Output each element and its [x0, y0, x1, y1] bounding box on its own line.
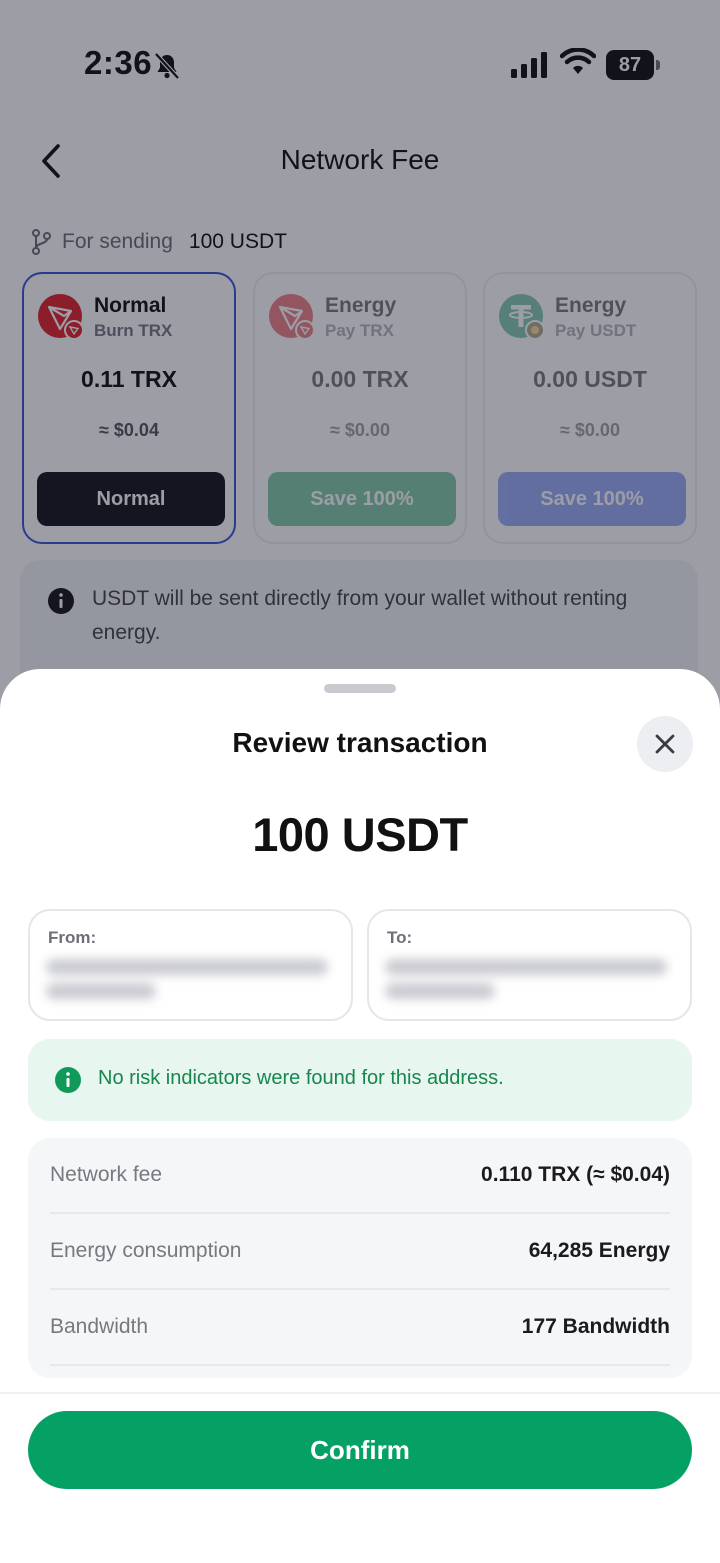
detail-row-energy: Energy consumption 64,285 Energy [50, 1214, 670, 1290]
divider [0, 1392, 720, 1394]
from-address-redacted [46, 959, 338, 1007]
detail-label: Network fee [50, 1163, 163, 1186]
to-address-redacted [385, 959, 677, 1007]
from-label: From: [48, 928, 97, 947]
sheet-title: Review transaction [232, 727, 488, 758]
detail-row-network-fee: Network fee 0.110 TRX (≈ $0.04) [50, 1138, 670, 1214]
from-address-card: From: [28, 909, 353, 1021]
confirm-button[interactable]: Confirm [28, 1411, 692, 1489]
detail-value: 64,285 Energy [528, 1239, 670, 1262]
close-icon [655, 734, 675, 754]
risk-text: No risk indicators were found for this a… [98, 1067, 504, 1089]
detail-row-bandwidth: Bandwidth 177 Bandwidth [50, 1290, 670, 1366]
detail-label: Energy consumption [50, 1239, 242, 1262]
detail-value: 177 Bandwidth [521, 1315, 670, 1338]
info-circle-icon [55, 1067, 81, 1093]
to-address-card: To: [367, 909, 692, 1021]
transaction-details: Network fee 0.110 TRX (≈ $0.04) Energy c… [28, 1138, 692, 1378]
detail-value: 0.110 TRX (≈ $0.04) [481, 1163, 670, 1186]
detail-label: Bandwidth [50, 1315, 149, 1338]
sheet-drag-handle[interactable] [324, 684, 396, 693]
to-label: To: [387, 928, 413, 947]
close-button[interactable] [637, 716, 693, 772]
review-transaction-sheet: Review transaction 100 USDT From: To: No… [0, 669, 720, 1563]
modal-backdrop[interactable] [0, 0, 720, 720]
transaction-amount: 100 USDT [252, 808, 468, 861]
risk-check-notice: No risk indicators were found for this a… [28, 1039, 692, 1121]
